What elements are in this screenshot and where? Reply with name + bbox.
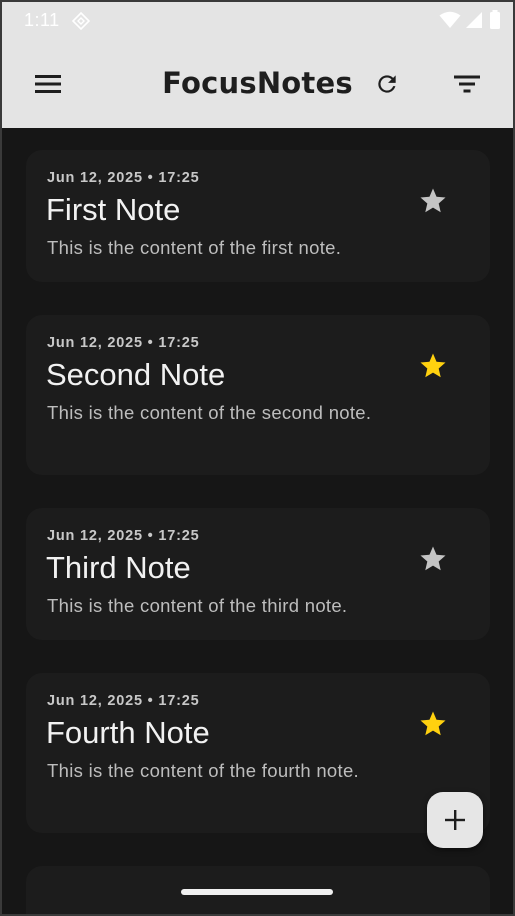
star-icon[interactable] [418,186,448,216]
filter-icon [454,75,480,93]
note-title: First Note [46,192,181,227]
cellular-icon [466,12,482,28]
note-content: This is the content of the third note. [47,595,348,616]
filter-button[interactable] [445,62,489,106]
page-title: FocusNotes [162,66,353,100]
add-icon [445,810,465,830]
wifi-icon [439,11,461,28]
note-title: Second Note [46,357,226,392]
status-bar: 1:11 [2,2,513,40]
note-date: Jun 12, 2025 • 17:25 [47,693,200,709]
star-icon[interactable] [418,709,448,739]
refresh-icon [378,75,396,93]
note-card[interactable]: Jun 12, 2025 • 17:25 Third Note This is … [26,508,490,640]
star-icon[interactable] [418,544,448,574]
note-title: Third Note [46,550,191,585]
note-card[interactable]: Jun 12, 2025 • 17:25 First Note This is … [26,150,490,282]
note-date: Jun 12, 2025 • 17:25 [47,528,200,544]
note-card[interactable]: Jun 12, 2025 • 17:25 Fourth Note This is… [26,673,490,833]
app-bar: FocusNotes [2,40,513,128]
star-icon[interactable] [418,351,448,381]
note-content: This is the content of the fourth note. [47,760,359,781]
phone-screen: 1:11 FocusNotes Jun 12, 2025 • 17:25 Fir… [2,2,513,914]
note-title: Fourth Note [46,715,210,750]
notification-icon [72,12,90,30]
refresh-button[interactable] [365,62,409,106]
note-content: This is the content of the second note. [47,402,372,423]
status-time: 1:11 [24,10,60,30]
note-content: This is the content of the first note. [47,237,342,258]
note-date: Jun 12, 2025 • 17:25 [47,335,200,351]
add-note-button[interactable] [427,792,483,848]
home-indicator[interactable] [181,889,333,895]
note-card[interactable]: Jun 12, 2025 • 17:25 Second Note This is… [26,315,490,475]
note-date: Jun 12, 2025 • 17:25 [47,170,200,186]
battery-icon [490,10,500,29]
